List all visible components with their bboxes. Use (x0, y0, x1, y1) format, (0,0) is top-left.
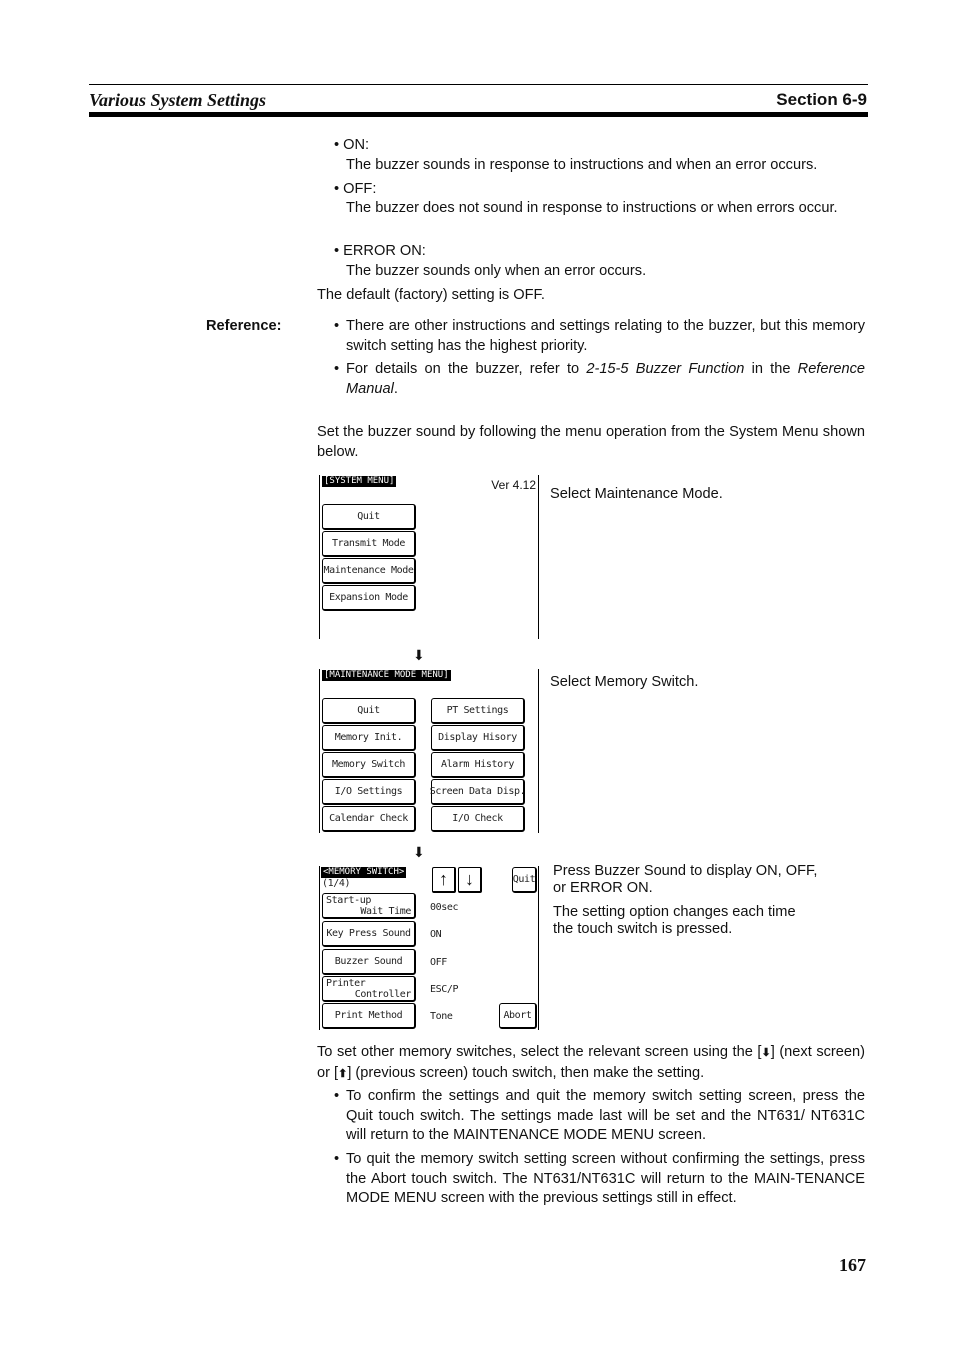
up-arrow-icon: ⬆ (338, 1067, 348, 1080)
buzzer-sound-button[interactable]: Buzzer Sound (322, 949, 416, 975)
default-setting-text: The default (factory) setting is OFF. (317, 287, 545, 303)
down-arrow-icon: ⬇ (761, 1047, 771, 1059)
caption-select-memory-switch: Select Memory Switch. (550, 674, 699, 690)
caption-select-maintenance: Select Maintenance Mode. (550, 486, 723, 502)
pt-settings-button[interactable]: PT Settings (431, 698, 525, 724)
maintenance-menu-title: [MAINTENANCE MODE MENU] (322, 670, 451, 681)
memory-switch-screen: <MEMORY SWITCH> (1/4) ↑ ↓ Quit Start-up … (319, 866, 539, 1030)
abort-button[interactable]: Abort (499, 1003, 537, 1029)
up-arrow-icon: ↑ (439, 869, 448, 889)
memory-switch-title: <MEMORY SWITCH> (321, 867, 407, 878)
section-title: Various System Settings (89, 90, 267, 110)
startup-wait-time-button[interactable]: Start-up Wait Time (322, 893, 416, 919)
abort-instructions: To quit the memory switch setting screen… (346, 1151, 865, 1206)
section-number: Section 6-9 (776, 90, 867, 109)
reference-bullet-1: There are other instructions and setting… (346, 318, 865, 354)
option-off-desc: The buzzer does not sound in response to… (346, 200, 838, 216)
maintenance-mode-button[interactable]: Maintenance Mode (322, 558, 416, 584)
header-rule-top (89, 84, 868, 85)
maintenance-menu-screen: [MAINTENANCE MODE MENU] Quit Memory Init… (319, 669, 539, 833)
other-switches-text: To set other memory switches, select the… (317, 1043, 865, 1084)
system-menu-screen: [SYSTEM MENU] Ver 4.12 Quit Transmit Mod… (319, 475, 539, 639)
ms-quit-button[interactable]: Quit (512, 867, 537, 893)
calendar-check-button[interactable]: Calendar Check (322, 806, 416, 832)
next-screen-button[interactable]: ↓ (458, 867, 482, 893)
bullet-dot: • (334, 318, 340, 334)
key-press-sound-button[interactable]: Key Press Sound (322, 921, 416, 947)
system-menu-title: [SYSTEM MENU] (322, 476, 397, 487)
option-erroron-desc: The buzzer sounds only when an error occ… (346, 263, 647, 279)
bullet-dot: • (334, 1088, 340, 1104)
option-erroron-label: • ERROR ON: (334, 243, 426, 259)
quit-button[interactable]: Quit (322, 504, 416, 530)
caption-setting-changes: The setting option changes each time the… (553, 904, 796, 937)
display-history-button[interactable]: Display Hisory (431, 725, 525, 751)
page-indicator: (1/4) (322, 878, 351, 889)
flow-down-arrow-icon: ⬇ (413, 647, 425, 663)
alarm-history-button[interactable]: Alarm History (431, 752, 525, 778)
quit-instructions: To confirm the settings and quit the mem… (346, 1088, 865, 1143)
screen-data-disp-button[interactable]: Screen Data Disp. (430, 779, 526, 805)
previous-screen-button[interactable]: ↑ (432, 867, 456, 893)
header-rule-bottom (89, 112, 868, 117)
option-on-desc: The buzzer sounds in response to instruc… (346, 157, 818, 173)
intro-text: Set the buzzer sound by following the me… (317, 424, 865, 460)
expansion-mode-button[interactable]: Expansion Mode (322, 585, 416, 611)
version-label: Ver 4.12 (491, 478, 536, 492)
bullet-dot: • (334, 361, 340, 377)
transmit-mode-button[interactable]: Transmit Mode (322, 531, 416, 557)
reference-label: Reference: (206, 318, 282, 334)
page-number: 167 (839, 1255, 866, 1275)
io-settings-button[interactable]: I/O Settings (322, 779, 416, 805)
key-press-sound-value: ON (430, 929, 442, 940)
mm-quit-button[interactable]: Quit (322, 698, 416, 724)
option-on-label: • ON: (334, 137, 370, 153)
print-method-button[interactable]: Print Method (322, 1003, 416, 1029)
memory-init-button[interactable]: Memory Init. (322, 725, 416, 751)
reference-bullet-2: For details on the buzzer, refer to 2-15… (346, 361, 865, 397)
printer-controller-value: ESC/P (430, 984, 459, 995)
memory-switch-button[interactable]: Memory Switch (322, 752, 416, 778)
print-method-value: Tone (430, 1011, 453, 1022)
option-off-label: • OFF: (334, 181, 377, 197)
caption-press-buzzer-sound: Press Buzzer Sound to display ON, OFF, o… (553, 863, 818, 896)
flow-down-arrow-icon: ⬇ (413, 844, 425, 860)
down-arrow-icon: ↓ (465, 869, 474, 889)
bullet-dot: • (334, 1151, 340, 1167)
buzzer-sound-value: OFF (430, 957, 447, 968)
startup-wait-time-value: 00sec (430, 902, 459, 913)
printer-controller-button[interactable]: Printer Controller (322, 976, 416, 1002)
io-check-button[interactable]: I/O Check (431, 806, 525, 832)
